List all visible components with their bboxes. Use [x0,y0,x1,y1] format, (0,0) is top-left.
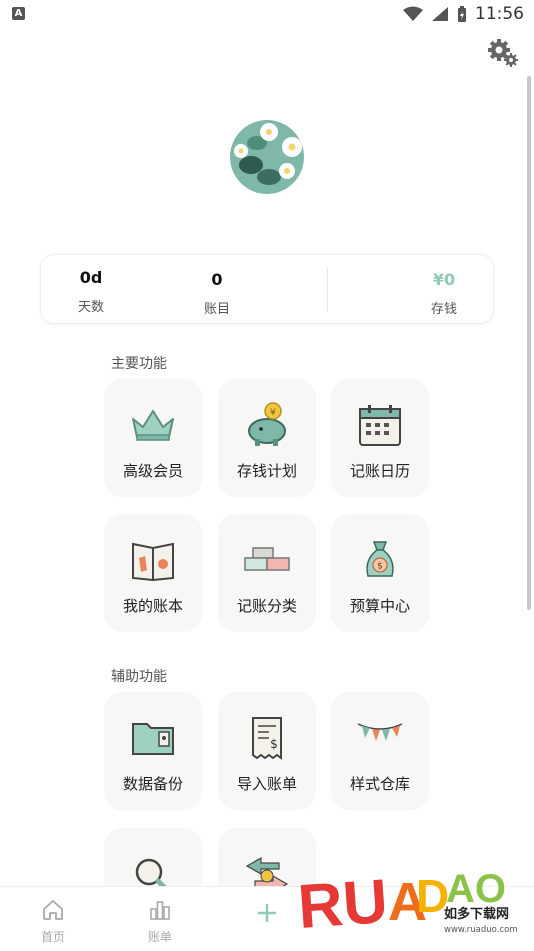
book-icon [132,542,174,582]
scrollbar[interactable] [527,76,531,610]
notification-badge: A [12,7,25,20]
nav-label: 首页 [40,930,65,944]
wifi-icon [403,6,423,21]
piggy-bank-icon: ¥ [248,402,286,446]
avatar[interactable] [229,117,309,197]
section-title-aux: 辅助功能 [111,669,167,685]
watermark-logo: RU A D AO 如多下载网 www.ruaduo.com [296,842,528,942]
stats-card: 0d 天数 0 账目 ¥0 存钱 [40,254,494,324]
stat-savings-label: 存钱 [430,302,457,317]
stat-days-label: 天数 [77,300,104,315]
money-bag-icon: $ [366,541,394,577]
nav-home[interactable]: 首页 [23,887,83,951]
category-blocks-icon [244,547,290,571]
tile-accounting-categories[interactable]: 记账分类 [218,514,316,632]
tile-my-ledger[interactable]: 我的账本 [104,514,202,632]
bunting-icon [357,723,403,741]
calendar-icon [359,405,401,446]
svg-text:www.ruaduo.com: www.ruaduo.com [444,925,518,935]
clock: 11:56 [475,4,524,24]
signal-icon [432,7,448,21]
home-icon [43,900,63,920]
folder-icon [132,723,174,755]
ruandao-logo: RU A D AO 如多下载网 www.ruaduo.com [296,867,518,942]
tile-premium-member[interactable]: 高级会员 [104,379,202,497]
plus-icon [258,904,276,922]
svg-text:$: $ [270,737,278,751]
tile-label: 记账日历 [349,462,410,480]
svg-text:如多下载网: 如多下载网 [444,906,509,922]
stat-divider [327,268,328,312]
tile-style-warehouse[interactable]: 样式仓库 [331,692,429,810]
svg-text:AO: AO [446,867,506,911]
tile-label: 存钱计划 [236,462,297,480]
receipt-icon: $ [252,717,282,760]
nav-label: 账单 [147,930,172,944]
bar-chart-icon [150,901,170,920]
tile-label: 我的账本 [122,597,183,615]
svg-text:RU: RU [296,867,390,942]
tile-label: 导入账单 [236,775,297,793]
tile-label: 数据备份 [122,775,183,793]
svg-text:¥: ¥ [270,408,276,418]
tile-label: 预算中心 [349,597,410,615]
section-title-main: 主要功能 [111,356,167,372]
avatar-flower-image [230,120,304,194]
nav-add[interactable] [237,887,297,951]
crown-icon [132,410,174,441]
stat-entries-label: 账目 [203,302,230,317]
stat-entries: 0 账目 [191,270,243,317]
tile-import-bill[interactable]: $ 导入账单 [218,692,316,810]
stat-savings-value: ¥0 [432,270,456,289]
battery-icon [458,5,466,22]
tile-label: 高级会员 [122,462,183,480]
tile-budget-center[interactable]: $ 预算中心 [331,514,429,632]
tile-label: 记账分类 [236,597,297,615]
gear-icon [488,39,518,67]
stat-days-value: 0d [79,268,103,287]
stat-savings: ¥0 存钱 [418,270,470,317]
status-icons: 11:56 [403,4,524,24]
tile-savings-plan[interactable]: ¥ 存钱计划 [218,379,316,497]
tile-data-backup[interactable]: 数据备份 [104,692,202,810]
tile-label: 样式仓库 [349,775,410,793]
tile-accounting-calendar[interactable]: 记账日历 [331,379,429,497]
stat-entries-value: 0 [211,270,223,289]
status-bar: A 11:56 [0,0,534,30]
settings-button[interactable] [486,37,520,69]
nav-bills[interactable]: 账单 [130,887,190,951]
stat-days: 0d 天数 [65,268,117,315]
svg-text:$: $ [377,562,383,572]
